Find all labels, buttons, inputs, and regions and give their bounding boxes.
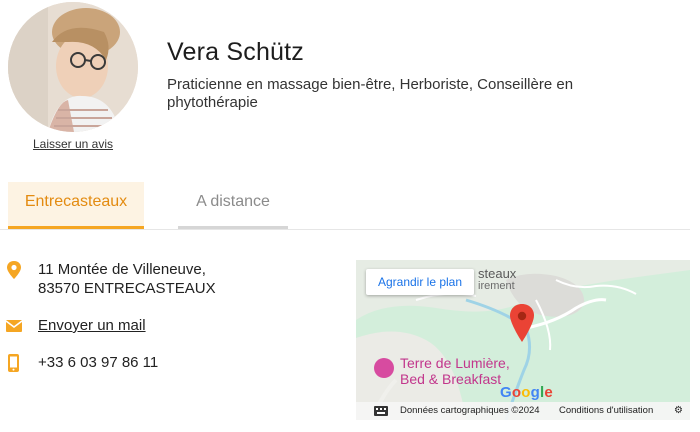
- avatar: [8, 2, 138, 132]
- location-pin-icon: [7, 261, 21, 279]
- email-row: Envoyer un mail: [6, 316, 146, 335]
- practitioner-specialties: Praticienne en massage bien-être, Herbor…: [167, 76, 574, 111]
- terms-of-use-link[interactable]: Conditions d'utilisation: [559, 405, 653, 416]
- map-place-sublabel: irement: [478, 280, 515, 292]
- leave-review-link[interactable]: Laisser un avis: [0, 137, 146, 151]
- address-line-1: 11 Montée de Villeneuve,: [38, 261, 206, 278]
- address-line-2: 83570 ENTRECASTEAUX: [38, 280, 216, 297]
- map-marker-icon[interactable]: [509, 304, 535, 342]
- phone-row: +33 6 03 97 86 11: [6, 353, 158, 372]
- location-map[interactable]: Agrandir le plan steaux irement Terre de…: [356, 260, 690, 420]
- map-data-attribution: Données cartographiques ©2024: [400, 405, 540, 416]
- phone-number[interactable]: +33 6 03 97 86 11: [38, 353, 158, 372]
- gear-icon[interactable]: ⚙: [674, 405, 683, 416]
- tab-entrecasteaux[interactable]: Entrecasteaux: [8, 182, 144, 229]
- address-row: 11 Montée de Villeneuve, 83570 ENTRECAST…: [6, 260, 216, 298]
- mobile-phone-icon: [8, 354, 19, 372]
- practitioner-name: Vera Schütz: [167, 38, 305, 66]
- map-attribution-bar: Données cartographiques ©2024 Conditions…: [356, 402, 690, 420]
- poi-line-2: Bed & Breakfast: [400, 371, 502, 387]
- poi-label[interactable]: Terre de Lumière, Bed & Breakfast: [400, 355, 510, 387]
- enlarge-map-button[interactable]: Agrandir le plan: [366, 269, 474, 295]
- envelope-icon: [6, 320, 22, 332]
- send-email-link[interactable]: Envoyer un mail: [38, 316, 146, 335]
- tab-a-distance[interactable]: A distance: [178, 182, 288, 229]
- keyboard-icon[interactable]: [374, 406, 388, 416]
- google-logo: Google: [500, 384, 553, 401]
- bed-icon[interactable]: [374, 358, 394, 378]
- location-tabs: Entrecasteaux A distance: [0, 182, 690, 230]
- profile-photo: [8, 2, 138, 132]
- map-place-label: steaux: [478, 266, 517, 281]
- address-text: 11 Montée de Villeneuve, 83570 ENTRECAST…: [38, 260, 216, 298]
- poi-line-1: Terre de Lumière,: [400, 355, 510, 371]
